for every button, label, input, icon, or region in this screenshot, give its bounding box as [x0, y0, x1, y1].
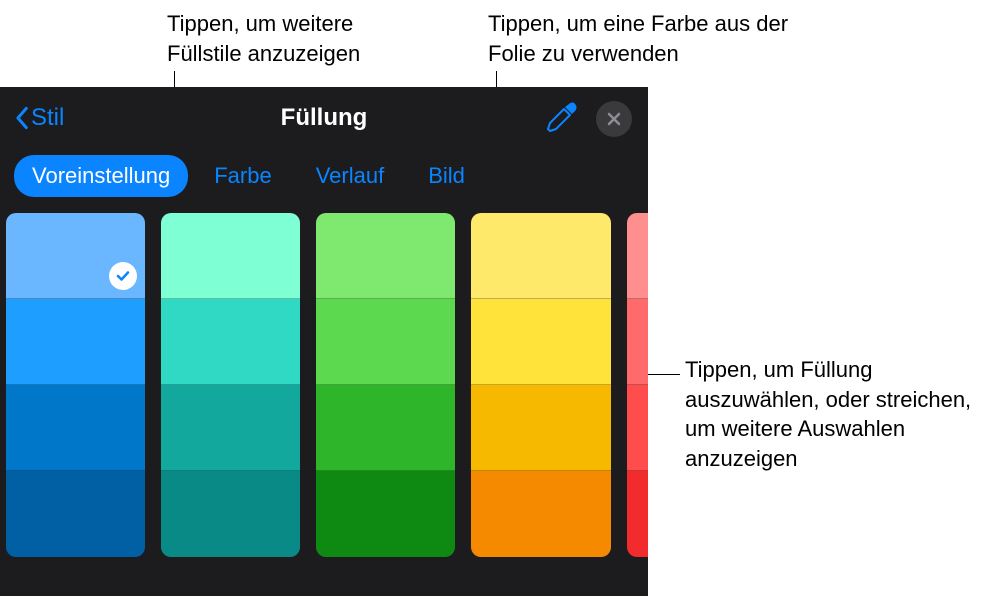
back-label: Stil: [31, 104, 64, 132]
swatch[interactable]: [471, 385, 610, 471]
swatch-column-partial: [627, 213, 648, 557]
swatch[interactable]: [316, 385, 455, 471]
swatch[interactable]: [627, 385, 648, 471]
swatch[interactable]: [316, 213, 455, 299]
swatch[interactable]: [6, 213, 145, 299]
swatch-column: [6, 213, 145, 557]
chevron-left-icon: [14, 106, 29, 130]
tab-color[interactable]: Farbe: [196, 155, 289, 197]
eyedropper-button[interactable]: [544, 101, 578, 135]
tab-image[interactable]: Bild: [410, 155, 483, 197]
swatch[interactable]: [6, 385, 145, 471]
swatch-column: [316, 213, 455, 557]
panel-title: Füllung: [281, 104, 368, 132]
swatch[interactable]: [161, 213, 300, 299]
swatch-grid[interactable]: [0, 211, 648, 557]
back-button[interactable]: Stil: [8, 100, 70, 136]
tab-preset[interactable]: Voreinstellung: [14, 155, 188, 197]
tab-gradient[interactable]: Verlauf: [298, 155, 403, 197]
swatch[interactable]: [471, 299, 610, 385]
swatch[interactable]: [316, 471, 455, 557]
selected-checkmark: [109, 262, 137, 290]
callout-right: Tippen, um Füllung auszuwählen, oder str…: [685, 355, 985, 474]
swatch[interactable]: [471, 213, 610, 299]
callout-top-right: Tippen, um eine Farbe aus der Folie zu v…: [488, 9, 798, 68]
swatch[interactable]: [161, 299, 300, 385]
swatch[interactable]: [627, 471, 648, 557]
swatch[interactable]: [627, 213, 648, 299]
swatch-column: [161, 213, 300, 557]
checkmark-icon: [115, 268, 131, 284]
swatch[interactable]: [316, 299, 455, 385]
swatch[interactable]: [6, 299, 145, 385]
eyedropper-icon: [544, 101, 578, 135]
fill-panel: Stil Füllung Voreinstellung Farbe Verlau…: [0, 87, 648, 596]
swatch[interactable]: [627, 299, 648, 385]
swatch[interactable]: [161, 385, 300, 471]
swatch[interactable]: [6, 471, 145, 557]
swatch[interactable]: [471, 471, 610, 557]
fill-tabs: Voreinstellung Farbe Verlauf Bild: [0, 149, 648, 211]
swatch-column: [471, 213, 610, 557]
swatch[interactable]: [161, 471, 300, 557]
close-icon: [606, 111, 622, 127]
panel-header: Stil Füllung: [0, 87, 648, 149]
close-button[interactable]: [596, 101, 632, 137]
callout-top-left: Tippen, um weitere Füllstile anzuzeigen: [167, 9, 427, 68]
